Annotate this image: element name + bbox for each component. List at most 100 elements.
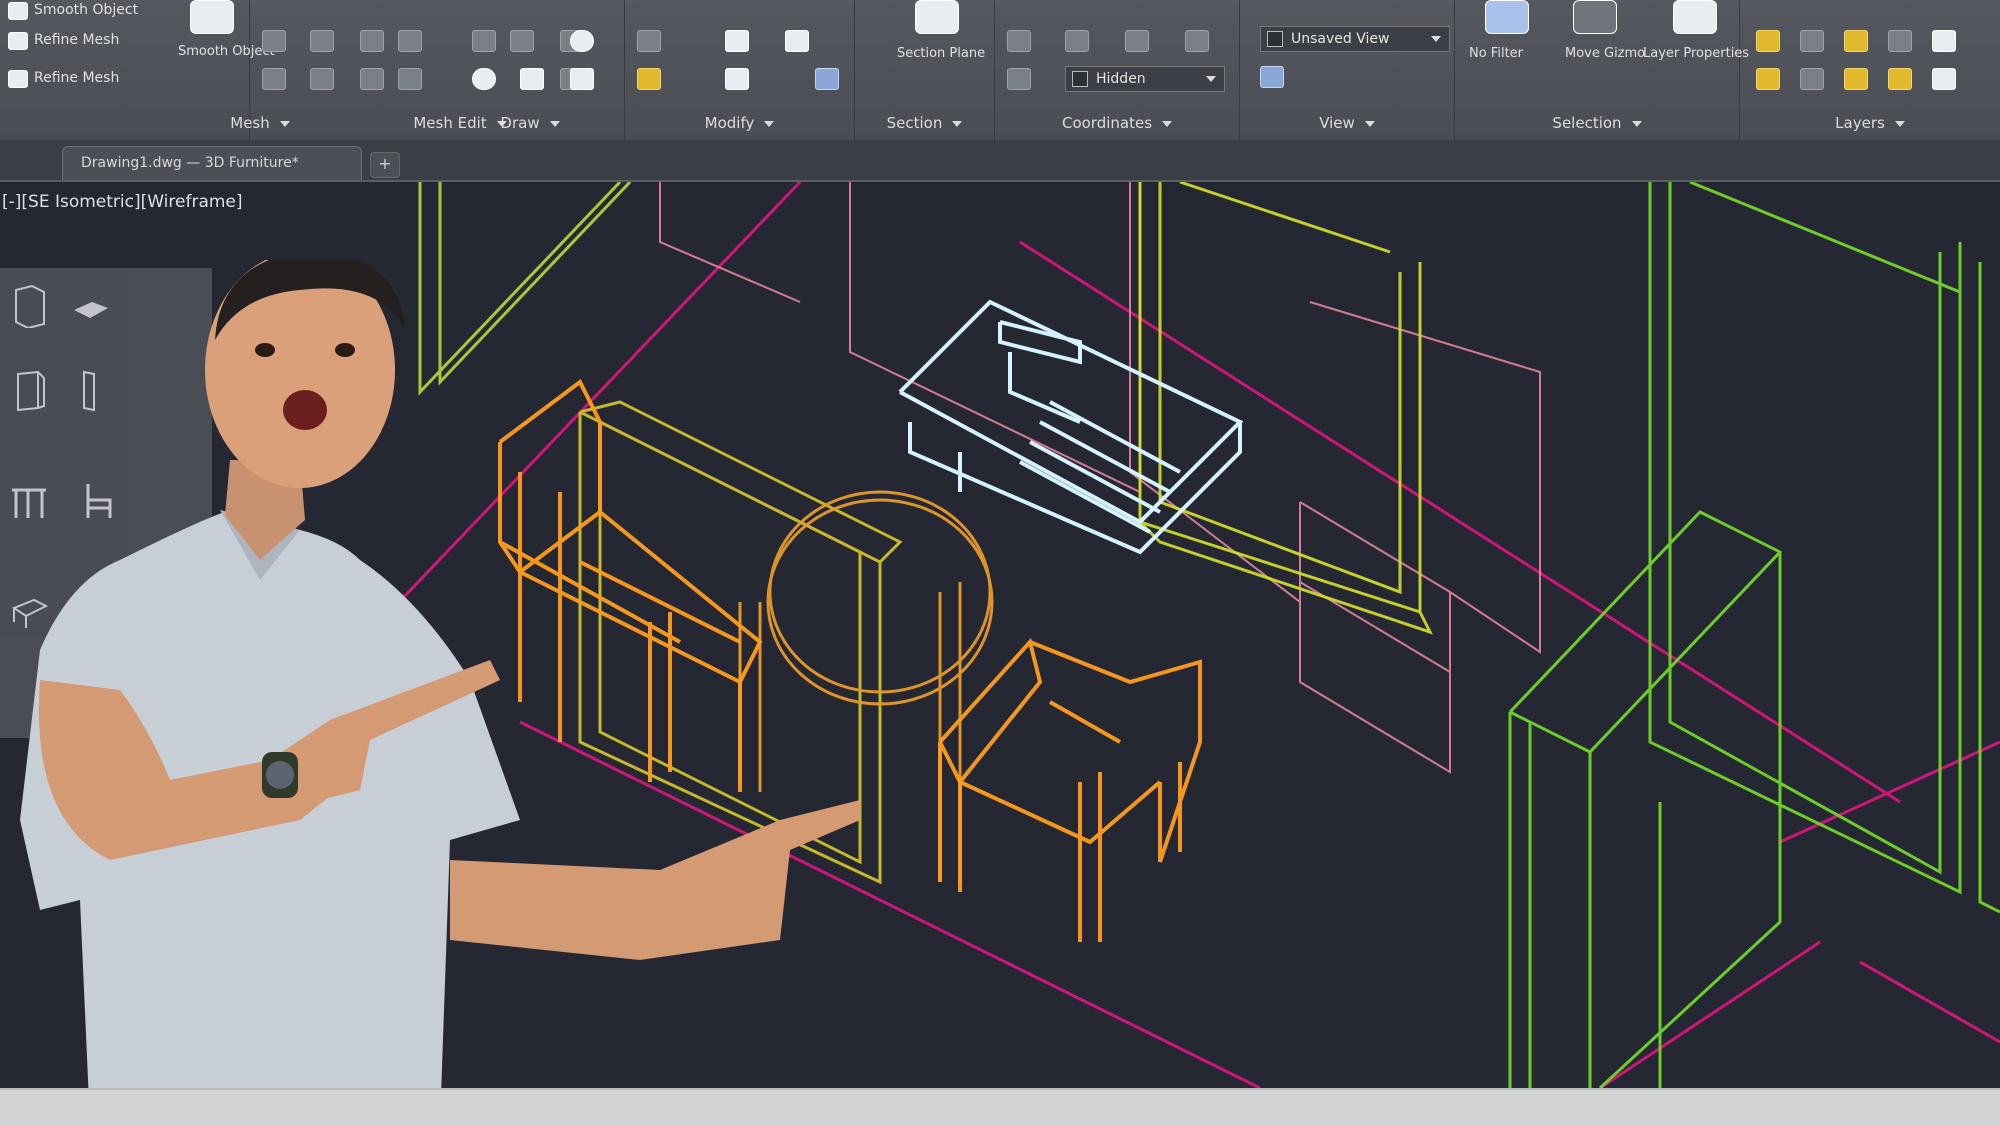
layer-unlock-icon[interactable]: [1844, 68, 1868, 90]
named-ucs-value: Hidden: [1096, 71, 1146, 87]
polyline-icon[interactable]: [472, 68, 496, 90]
panel-title-modify[interactable]: Modify: [625, 114, 854, 132]
ribbon-panel-coordinates: Hidden Coordinates: [995, 0, 1240, 140]
layer-isolate-icon[interactable]: [1932, 30, 1956, 52]
merge-icon[interactable]: [310, 68, 334, 90]
move-icon[interactable]: [637, 30, 661, 52]
chevron-down-icon: [952, 120, 963, 127]
chevron-down-icon: [1162, 120, 1173, 127]
panel-title-coordinates-text: Coordinates: [1061, 114, 1153, 132]
ucs-icon[interactable]: [1007, 30, 1031, 52]
layer-walk-icon[interactable]: [1888, 68, 1912, 90]
layer-freeze-icon[interactable]: [1800, 30, 1824, 52]
new-tab-button[interactable]: +: [370, 152, 400, 178]
rotate-icon[interactable]: [725, 30, 749, 52]
panel-title-mesh-text: Mesh: [230, 114, 270, 132]
view-combo-value: Unsaved View: [1291, 31, 1390, 47]
tab-drawing1[interactable]: Drawing1.dwg — 3D Furniture*: [62, 146, 362, 180]
array-icon[interactable]: [815, 68, 839, 90]
sweep-icon[interactable]: [398, 30, 422, 52]
presenter-mouth: [283, 390, 327, 430]
named-ucs-combo[interactable]: Hidden: [1065, 66, 1225, 92]
box-icon[interactable]: [190, 0, 234, 34]
smooth-object-icon[interactable]: [8, 2, 28, 20]
crease-icon[interactable]: [360, 68, 384, 90]
ribbon-panel-view: Unsaved View View: [1240, 0, 1455, 140]
smooth-icon[interactable]: [262, 68, 286, 90]
chevron-down-icon: [279, 120, 290, 127]
presenter-arm-lower: [450, 800, 860, 960]
chevron-down-icon: [1206, 76, 1216, 82]
layer-on-icon[interactable]: [1756, 30, 1780, 52]
layer-match-icon[interactable]: [1888, 30, 1912, 52]
panel-title-selection[interactable]: Selection: [1455, 114, 1739, 132]
ucs-origin-icon[interactable]: [1185, 30, 1209, 52]
move-gizmo-icon[interactable]: [1573, 0, 1617, 34]
loft-icon[interactable]: [398, 68, 422, 90]
ribbon-panel-layers: Layers: [1740, 0, 2000, 140]
hatch-icon[interactable]: [570, 68, 594, 90]
refine-mesh-icon[interactable]: [8, 32, 28, 50]
ucs-swatch: [1072, 71, 1088, 87]
watch-face: [266, 761, 294, 789]
mesh-tools-icon[interactable]: [8, 70, 28, 88]
panel-title-view[interactable]: View: [1240, 114, 1454, 132]
panel-title-view-text: View: [1319, 114, 1355, 132]
mirror-icon[interactable]: [725, 68, 749, 90]
view-combo[interactable]: Unsaved View: [1260, 26, 1450, 52]
tall-cabinet: [1138, 182, 1433, 635]
layer-icon[interactable]: [1756, 68, 1780, 90]
culling-icon[interactable]: [1485, 0, 1529, 34]
chevron-down-icon: [1364, 120, 1375, 127]
smooth-object-label[interactable]: Smooth Object: [34, 2, 138, 18]
ribbon: Smooth Object Refine Mesh Refine Mesh Sm…: [0, 0, 2000, 140]
panel-title-draw-text: Draw: [500, 114, 540, 132]
circle-icon[interactable]: [570, 30, 594, 52]
cylinder-icon[interactable]: [262, 30, 286, 52]
chevron-down-icon: [764, 120, 775, 127]
panel-title-layers-text: Layers: [1835, 114, 1885, 132]
refine-mesh-label[interactable]: Refine Mesh: [34, 32, 119, 48]
arc-icon[interactable]: [510, 30, 534, 52]
chevron-down-icon: [549, 120, 560, 127]
world-icon[interactable]: [1065, 30, 1089, 52]
ucs-view-icon[interactable]: [1125, 30, 1149, 52]
status-bar: [0, 1088, 2000, 1126]
view-swatch: [1267, 31, 1283, 47]
line-icon[interactable]: [472, 30, 496, 52]
layer-properties-label: Layer Properties: [1643, 46, 1750, 61]
chevron-down-icon: [1631, 120, 1642, 127]
green-cabinets: [1508, 182, 2000, 1088]
ribbon-panel-selection: No Filter Move Gizmo Layer Properties Se…: [1455, 0, 1749, 140]
culling-label: No Filter: [1469, 46, 1524, 61]
document-tab-bar: Drawing1.dwg — 3D Furniture* +: [0, 140, 2000, 182]
move-gizmo-label: Move Gizmo: [1565, 46, 1646, 61]
chair-model-front: [938, 637, 1202, 942]
section-plane-label: Section Plane: [897, 46, 986, 61]
visual-style-icon[interactable]: [1260, 66, 1284, 88]
ucs-3point-icon[interactable]: [1007, 68, 1031, 90]
panel-title-section-text: Section: [886, 114, 943, 132]
layer-merge-icon[interactable]: [1932, 68, 1956, 90]
panel-title-selection-text: Selection: [1552, 114, 1622, 132]
panel-title-draw[interactable]: Draw: [460, 114, 600, 132]
extrude-icon[interactable]: [310, 30, 334, 52]
presenter-eye-left: [255, 343, 275, 357]
panel-title-coordinates[interactable]: Coordinates: [995, 114, 1239, 132]
layer-lock-icon[interactable]: [1844, 30, 1868, 52]
panel-title-section[interactable]: Section: [855, 114, 994, 132]
panel-title-modify-text: Modify: [704, 114, 755, 132]
scale-icon[interactable]: [785, 30, 809, 52]
layer-off-icon[interactable]: [1800, 68, 1824, 90]
presenter-eye-right: [335, 343, 355, 357]
mesh-tools-label[interactable]: Refine Mesh: [34, 70, 119, 86]
chevron-down-icon: [1894, 120, 1905, 127]
split-icon[interactable]: [360, 30, 384, 52]
ribbon-panel-modify: Modify: [625, 0, 855, 140]
panel-title-layers[interactable]: Layers: [1740, 114, 2000, 132]
trim-icon[interactable]: [637, 68, 661, 90]
section-plane-icon[interactable]: [915, 0, 959, 34]
rectangle-icon[interactable]: [520, 68, 544, 90]
layer-properties-icon[interactable]: [1673, 0, 1717, 34]
presenter-figure: [20, 260, 860, 1124]
